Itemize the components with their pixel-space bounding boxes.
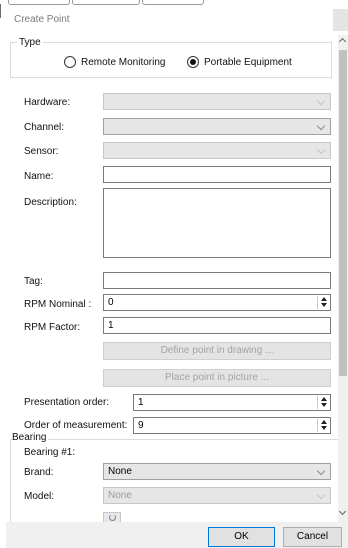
hardware-select[interactable]: [103, 93, 331, 110]
sensor-select[interactable]: [103, 142, 331, 159]
define-point-button[interactable]: Define point in drawing ...: [103, 342, 331, 360]
chevron-down-icon: [316, 121, 326, 131]
presentation-order-stepper[interactable]: 1: [133, 394, 331, 411]
tag-label: Tag:: [24, 276, 43, 287]
cancel-button[interactable]: Cancel: [283, 527, 342, 547]
chevron-down-icon: [316, 490, 326, 500]
remote-monitoring-label[interactable]: Remote Monitoring: [81, 57, 165, 68]
place-point-button[interactable]: Place point in picture ...: [103, 369, 331, 387]
hardware-label: Hardware:: [24, 97, 71, 108]
portable-equipment-label[interactable]: Portable Equipment: [204, 57, 292, 68]
window-title: Create Point: [14, 14, 70, 25]
chevron-down-icon: [316, 96, 326, 106]
radio-unselected-icon[interactable]: [64, 56, 76, 68]
rpm-nominal-label: RPM Nominal :: [24, 299, 92, 310]
spin-down-icon[interactable]: [321, 303, 327, 307]
model-label: Model:: [24, 491, 55, 502]
name-field[interactable]: [103, 166, 331, 183]
refresh-icon: [109, 514, 116, 521]
presentation-order-label: Presentation order:: [24, 397, 110, 408]
channel-label: Channel:: [24, 122, 65, 133]
tag-field[interactable]: [103, 272, 331, 289]
close-button[interactable]: [333, 9, 348, 31]
order-measurement-label: Order of measurement:: [24, 420, 128, 431]
rpm-factor-label: RPM Factor:: [24, 322, 81, 333]
rpm-nominal-value: 0: [108, 297, 114, 308]
order-measurement-stepper[interactable]: 9: [133, 417, 331, 434]
description-label: Description:: [24, 197, 77, 208]
brand-select[interactable]: None: [103, 463, 331, 480]
sensor-label: Sensor:: [24, 146, 59, 157]
scrollbar-thumb[interactable]: [339, 50, 347, 376]
rpm-nominal-stepper[interactable]: 0: [103, 294, 331, 311]
description-field[interactable]: [103, 188, 331, 258]
presentation-order-value: 1: [138, 397, 144, 408]
brand-label: Brand:: [24, 467, 54, 478]
spin-buttons[interactable]: [317, 296, 329, 309]
bearing-subheading: Bearing #1:: [24, 447, 76, 458]
spin-buttons[interactable]: [317, 419, 329, 432]
type-group-legend: Type: [17, 37, 43, 48]
spin-up-icon[interactable]: [321, 397, 327, 401]
spin-buttons[interactable]: [317, 396, 329, 409]
name-label: Name:: [24, 171, 54, 182]
brand-value: None: [108, 466, 132, 477]
spin-up-icon[interactable]: [321, 420, 327, 424]
spin-up-icon[interactable]: [321, 297, 327, 301]
rpm-factor-field[interactable]: 1: [103, 317, 331, 334]
ok-button[interactable]: OK: [208, 527, 275, 547]
bearing-legend: Bearing: [12, 432, 49, 443]
model-select[interactable]: None: [103, 487, 331, 504]
radio-selected-icon[interactable]: [187, 56, 199, 68]
channel-select[interactable]: [103, 118, 331, 135]
order-measurement-value: 9: [138, 420, 144, 431]
model-value: None: [108, 490, 132, 501]
spin-down-icon[interactable]: [321, 426, 327, 430]
chevron-down-icon: [316, 466, 326, 476]
window-left-edge: [0, 4, 5, 18]
chevron-down-icon: [316, 145, 326, 155]
spin-down-icon[interactable]: [321, 403, 327, 407]
